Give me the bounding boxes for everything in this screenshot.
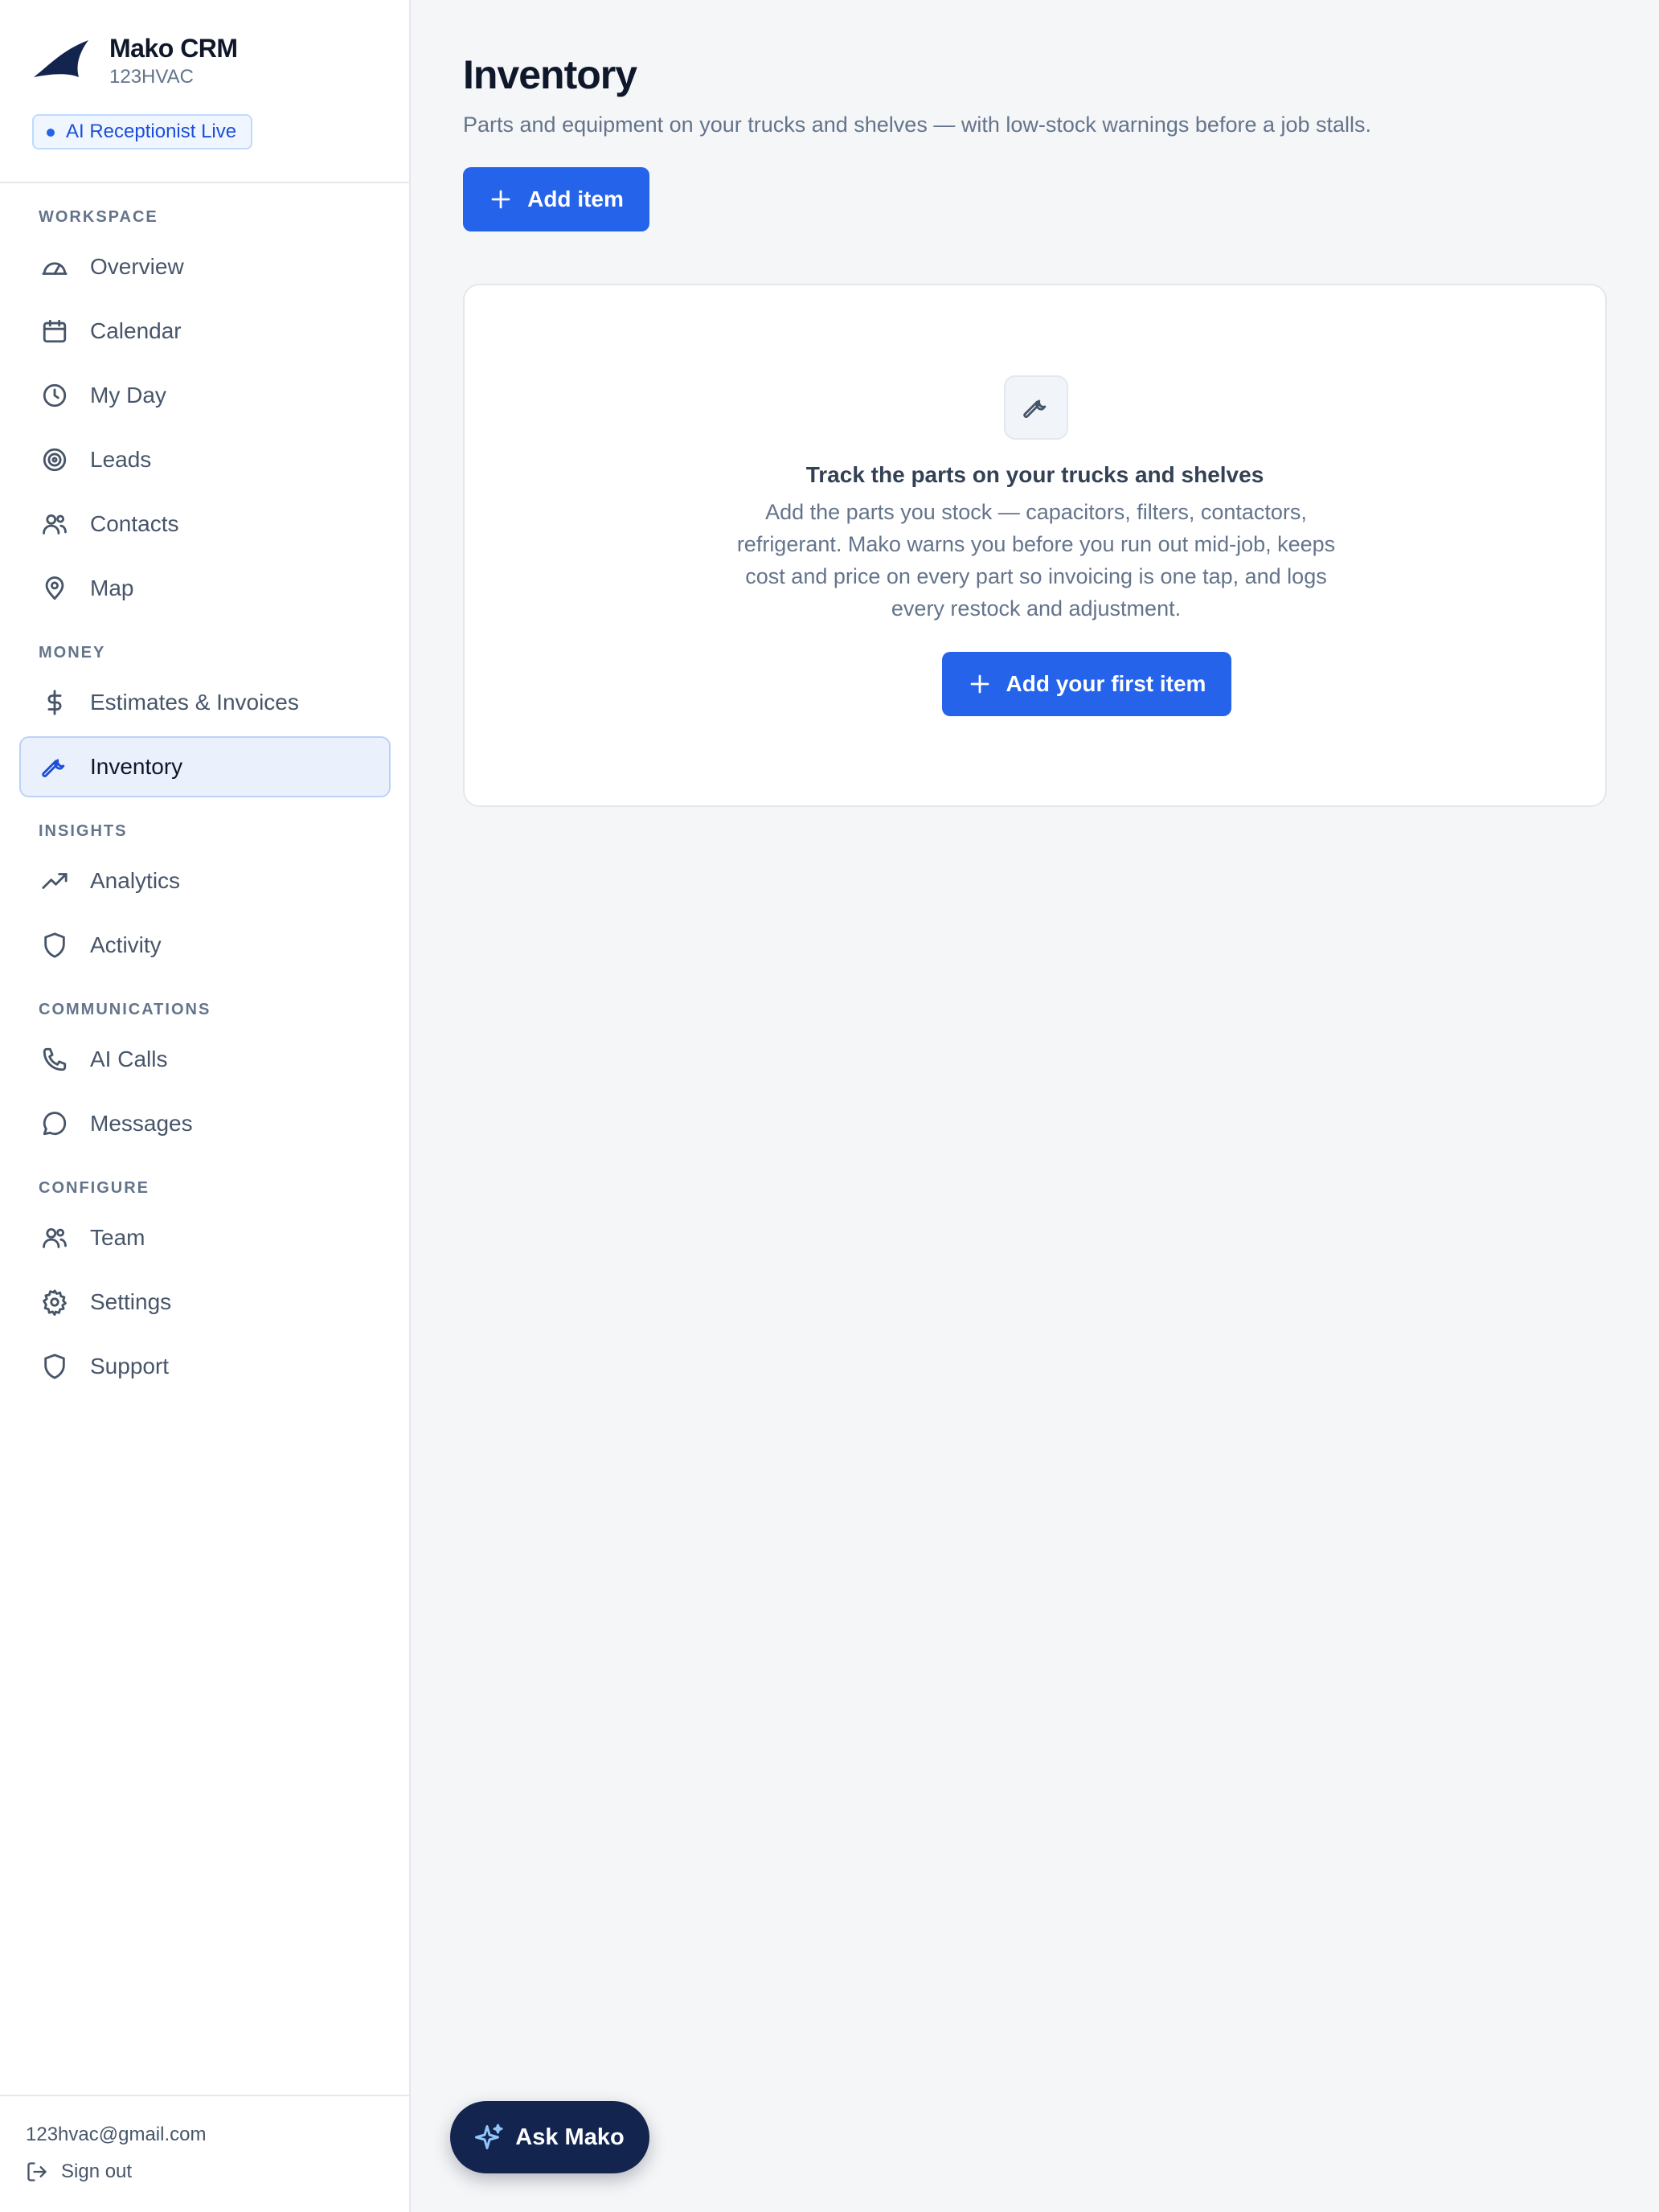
sign-out-label: Sign out — [61, 2161, 133, 2182]
account-name: 123HVAC — [109, 66, 194, 88]
sign-out-button[interactable]: Sign out — [26, 2161, 132, 2183]
sidebar-footer: 123hvac@gmail.com Sign out — [0, 2095, 411, 2212]
target-icon — [40, 445, 69, 474]
add-first-item-label: Add your first item — [1006, 671, 1206, 696]
sidebar-item-label: Contacts — [90, 511, 179, 536]
sidebar-item-label: AI Calls — [90, 1047, 168, 1071]
sidebar-item-label: Map — [90, 576, 134, 600]
add-item-button[interactable]: Add item — [463, 167, 649, 231]
nav-section-configure: CONFIGURE — [39, 1178, 150, 1197]
user-email: 123hvac@gmail.com — [26, 2124, 207, 2145]
sidebar-item-label: Leads — [90, 447, 152, 472]
gauge-icon — [40, 252, 69, 281]
ai-receptionist-status-badge: AI Receptionist Live — [32, 114, 253, 150]
ask-mako-button[interactable]: Ask Mako — [450, 2101, 649, 2173]
message-icon — [40, 1109, 69, 1138]
users-icon — [40, 1223, 69, 1252]
ask-mako-label: Ask Mako — [515, 2124, 625, 2150]
empty-state-card: Track the parts on your trucks and shelv… — [463, 284, 1607, 807]
sidebar-item-inventory[interactable]: Inventory — [19, 736, 391, 797]
sidebar: Mako CRM 123HVAC AI Receptionist Live WO… — [0, 0, 411, 2212]
empty-state-description: Add the parts you stock — capacitors, fi… — [736, 500, 1336, 621]
sidebar-item-support[interactable]: Support — [19, 1336, 391, 1397]
status-badge-label: AI Receptionist Live — [66, 121, 237, 142]
sidebar-item-contacts[interactable]: Contacts — [19, 494, 391, 555]
empty-state-title: Track the parts on your trucks and shelv… — [805, 462, 1264, 487]
map-pin-icon — [40, 574, 69, 603]
sidebar-item-label: Settings — [90, 1289, 172, 1314]
sidebar-item-overview[interactable]: Overview — [19, 236, 391, 297]
sidebar-item-team[interactable]: Team — [19, 1207, 391, 1268]
sidebar-item-messages[interactable]: Messages — [19, 1093, 391, 1154]
sidebar-item-calendar[interactable]: Calendar — [19, 301, 391, 362]
sidebar-item-label: Support — [90, 1354, 170, 1378]
shield-icon — [40, 931, 69, 960]
live-dot-icon — [47, 129, 55, 137]
wrench-icon — [40, 752, 69, 781]
plus-icon — [970, 674, 989, 694]
sign-out-icon — [27, 2162, 47, 2181]
sidebar-item-label: Activity — [90, 932, 162, 957]
sidebar-item-label: Messages — [90, 1111, 193, 1136]
sidebar-item-map[interactable]: Map — [19, 558, 391, 619]
wrench-icon — [1004, 375, 1068, 440]
shield-icon — [40, 1352, 69, 1381]
gear-icon — [40, 1288, 69, 1317]
sidebar-item-label: My Day — [90, 383, 166, 408]
sidebar-item-estimates-invoices[interactable]: Estimates & Invoices — [19, 672, 391, 733]
sidebar-item-label: Estimates & Invoices — [90, 690, 299, 715]
page-subtitle: Parts and equipment on your trucks and s… — [463, 113, 1372, 137]
sidebar-item-label: Team — [90, 1225, 145, 1250]
nav-section-money: MONEY — [39, 643, 106, 662]
brand-name: Mako CRM — [109, 34, 238, 63]
shark-fin-icon — [34, 40, 88, 77]
sidebar-item-label: Analytics — [90, 868, 181, 893]
users-icon — [40, 510, 69, 539]
trending-up-icon — [40, 866, 69, 895]
nav-section-workspace: WORKSPACE — [39, 207, 158, 226]
nav-section-communications: COMMUNICATIONS — [39, 1000, 211, 1018]
nav-section-insights: INSIGHTS — [39, 821, 128, 840]
page-title: Inventory — [463, 52, 637, 97]
dollar-icon — [40, 688, 69, 717]
sidebar-item-ai-calls[interactable]: AI Calls — [19, 1029, 391, 1090]
sparkle-icon — [475, 2124, 503, 2149]
sidebar-item-activity[interactable]: Activity — [19, 915, 391, 976]
main-content: Inventory Parts and equipment on your tr… — [412, 0, 1659, 2212]
brand-block: Mako CRM 123HVAC AI Receptionist Live — [32, 32, 386, 153]
sidebar-item-leads[interactable]: Leads — [19, 429, 391, 490]
add-first-item-button[interactable]: Add your first item — [942, 652, 1231, 716]
sidebar-item-label: Inventory — [90, 754, 183, 779]
sidebar-divider — [0, 182, 411, 183]
sidebar-nav: WORKSPACE Overview Calendar My Day Leads… — [19, 201, 391, 1397]
phone-icon — [40, 1045, 69, 1074]
sidebar-item-label: Calendar — [90, 318, 182, 343]
sidebar-item-analytics[interactable]: Analytics — [19, 850, 391, 911]
plus-icon — [491, 190, 510, 209]
add-item-label: Add item — [527, 186, 624, 211]
sidebar-item-my-day[interactable]: My Day — [19, 365, 391, 426]
calendar-icon — [40, 317, 69, 346]
sidebar-item-label: Overview — [90, 254, 184, 279]
clock-icon — [40, 381, 69, 410]
sidebar-item-settings[interactable]: Settings — [19, 1272, 391, 1333]
app-window: Mako CRM 123HVAC AI Receptionist Live WO… — [0, 0, 1659, 2212]
